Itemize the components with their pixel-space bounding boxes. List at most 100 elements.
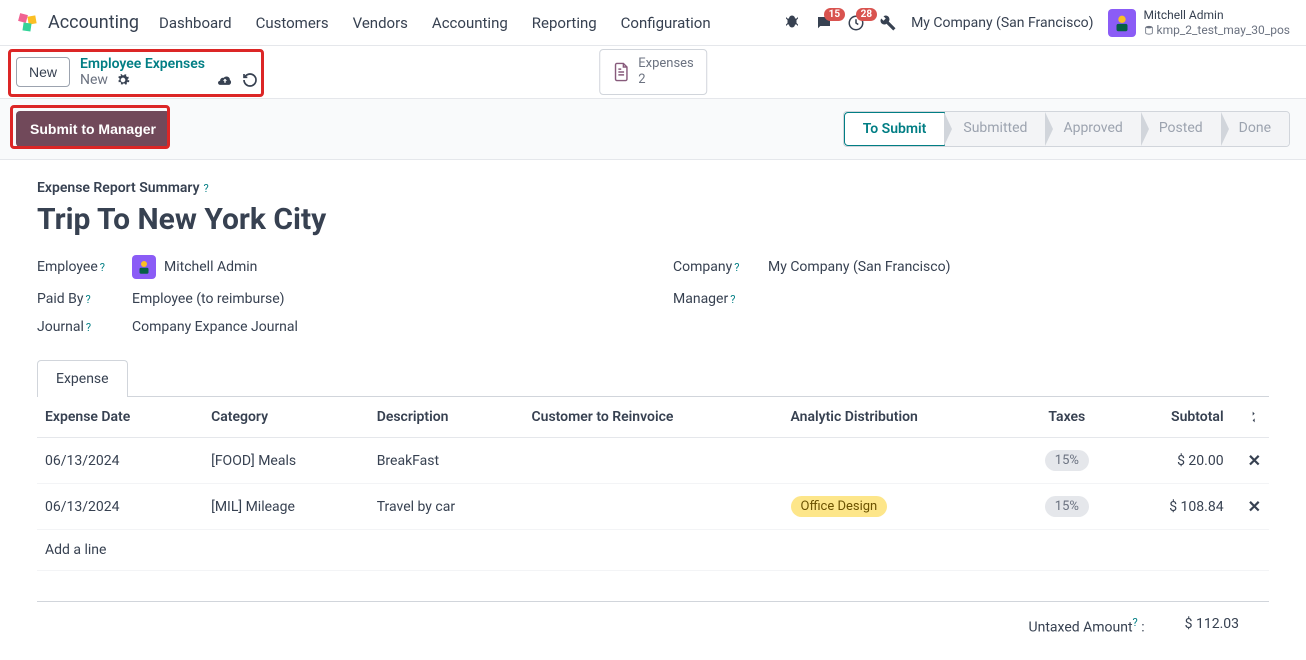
new-button[interactable]: New <box>16 57 70 87</box>
discard-icon[interactable] <box>242 72 258 88</box>
col-taxes[interactable]: Taxes <box>1018 397 1117 438</box>
avatar-icon <box>132 255 156 279</box>
cell-analytic[interactable]: Office Design <box>783 484 1018 530</box>
tax-tag: 15% <box>1045 450 1089 471</box>
employee-value[interactable]: Mitchell Admin <box>132 255 257 279</box>
totals: Untaxed Amount? : $ 112.03 <box>37 601 1269 636</box>
delete-row-icon[interactable]: ✕ <box>1240 451 1261 470</box>
cell-subtotal: $ 20.00 <box>1116 438 1231 484</box>
status-approved[interactable]: Approved <box>1045 112 1140 146</box>
tax-tag: 15% <box>1045 496 1089 517</box>
col-analytic[interactable]: Analytic Distribution <box>783 397 1018 438</box>
help-icon[interactable]: ? <box>1133 616 1138 629</box>
untaxed-label: Untaxed Amount? : <box>1029 616 1145 636</box>
document-icon <box>612 62 630 82</box>
main-navbar: Accounting Dashboard Customers Vendors A… <box>0 0 1306 46</box>
optional-columns-icon[interactable] <box>1240 409 1261 425</box>
col-category[interactable]: Category <box>203 397 369 438</box>
tools-icon[interactable] <box>879 14 897 32</box>
expense-table: Expense Date Category Description Custom… <box>37 397 1269 571</box>
field-paid-by: Paid By? Employee (to reimburse) <box>37 291 633 307</box>
cell-date[interactable]: 06/13/2024 <box>37 438 203 484</box>
field-journal: Journal? Company Expance Journal <box>37 319 633 335</box>
form-sheet: Expense Report Summary ? Trip To New Yor… <box>13 160 1293 656</box>
field-manager: Manager? <box>673 291 1269 307</box>
cell-taxes[interactable]: 15% <box>1018 484 1117 530</box>
cell-category[interactable]: [FOOD] Meals <box>203 438 369 484</box>
stat-count: 2 <box>638 72 694 88</box>
table-row[interactable]: 06/13/2024[MIL] MileageTravel by car Offi… <box>37 484 1269 530</box>
cell-category[interactable]: [MIL] Mileage <box>203 484 369 530</box>
journal-value[interactable]: Company Expance Journal <box>132 319 298 335</box>
nav-reporting[interactable]: Reporting <box>532 14 597 32</box>
nav-dashboard[interactable]: Dashboard <box>159 14 232 32</box>
tab-expense[interactable]: Expense <box>37 360 128 397</box>
add-line-link[interactable]: Add a line <box>37 530 1269 571</box>
status-done[interactable]: Done <box>1221 112 1289 146</box>
help-icon[interactable]: ? <box>204 182 209 195</box>
stat-label: Expenses <box>638 56 694 72</box>
delete-row-icon[interactable]: ✕ <box>1240 497 1261 516</box>
paid-by-value[interactable]: Employee (to reimburse) <box>132 291 285 307</box>
help-icon[interactable]: ? <box>734 261 739 274</box>
company-selector[interactable]: My Company (San Francisco) <box>911 15 1093 31</box>
action-bar: Submit to Manager To Submit Submitted Ap… <box>0 98 1306 160</box>
cell-description[interactable]: Travel by car <box>369 484 524 530</box>
help-icon[interactable]: ? <box>86 321 91 334</box>
cell-subtotal: $ 108.84 <box>1116 484 1231 530</box>
nav-right: 15 28 My Company (San Francisco) Mitchel… <box>783 8 1290 37</box>
tabs: Expense <box>37 359 1269 397</box>
cell-description[interactable]: BreakFast <box>369 438 524 484</box>
database-icon <box>1144 25 1154 35</box>
debug-icon[interactable] <box>783 14 801 32</box>
nav-configuration[interactable]: Configuration <box>621 14 711 32</box>
nav-vendors[interactable]: Vendors <box>353 14 408 32</box>
status-submitted[interactable]: Submitted <box>945 112 1045 146</box>
col-description[interactable]: Description <box>369 397 524 438</box>
report-title[interactable]: Trip To New York City <box>37 202 1269 237</box>
col-date[interactable]: Expense Date <box>37 397 203 438</box>
cell-date[interactable]: 06/13/2024 <box>37 484 203 530</box>
form-grid: Employee? Mitchell Admin Company? My Com… <box>37 255 1269 335</box>
cell-customer[interactable] <box>523 484 782 530</box>
user-menu[interactable]: Mitchell Admin kmp_2_test_may_30_pos <box>1108 8 1290 37</box>
breadcrumb-bar: New Employee Expenses New Expenses 2 <box>0 46 1306 98</box>
messages-icon[interactable]: 15 <box>815 14 833 32</box>
help-icon[interactable]: ? <box>86 293 91 306</box>
submit-to-manager-button[interactable]: Submit to Manager <box>16 111 170 147</box>
user-info: Mitchell Admin kmp_2_test_may_30_pos <box>1144 8 1290 37</box>
activities-icon[interactable]: 28 <box>847 14 865 32</box>
untaxed-value: $ 112.03 <box>1185 616 1239 636</box>
analytic-tag[interactable]: Office Design <box>791 496 888 517</box>
col-customer[interactable]: Customer to Reinvoice <box>523 397 782 438</box>
help-icon[interactable]: ? <box>100 261 105 274</box>
breadcrumb-parent-link[interactable]: Employee Expenses <box>80 56 258 72</box>
gear-icon[interactable] <box>116 73 130 87</box>
field-company: Company? My Company (San Francisco) <box>673 255 1269 279</box>
app-logo-icon[interactable] <box>16 11 40 35</box>
status-bar: To Submit Submitted Approved Posted Done <box>843 111 1290 147</box>
breadcrumb: Employee Expenses New <box>80 56 258 88</box>
cell-taxes[interactable]: 15% <box>1018 438 1117 484</box>
breadcrumb-current: New <box>80 72 108 88</box>
col-subtotal[interactable]: Subtotal <box>1116 397 1231 438</box>
messages-badge: 15 <box>824 8 845 21</box>
activities-badge: 28 <box>856 8 877 21</box>
cell-customer[interactable] <box>523 438 782 484</box>
company-value[interactable]: My Company (San Francisco) <box>768 259 950 275</box>
cloud-save-icon[interactable] <box>216 73 234 87</box>
avatar-icon <box>1108 9 1136 37</box>
nav-menu: Dashboard Customers Vendors Accounting R… <box>159 14 783 32</box>
table-row[interactable]: 06/13/2024[FOOD] MealsBreakFast 15% $ 20.0… <box>37 438 1269 484</box>
help-icon[interactable]: ? <box>730 293 735 306</box>
app-name[interactable]: Accounting <box>48 12 139 33</box>
status-posted[interactable]: Posted <box>1141 112 1221 146</box>
nav-customers[interactable]: Customers <box>256 14 329 32</box>
nav-accounting[interactable]: Accounting <box>432 14 508 32</box>
stat-expenses-button[interactable]: Expenses 2 <box>599 49 707 94</box>
summary-label: Expense Report Summary ? <box>37 180 1269 196</box>
cell-analytic[interactable] <box>783 438 1018 484</box>
status-to-submit[interactable]: To Submit <box>844 112 946 146</box>
user-db: kmp_2_test_may_30_pos <box>1144 23 1290 37</box>
user-name: Mitchell Admin <box>1144 8 1290 22</box>
